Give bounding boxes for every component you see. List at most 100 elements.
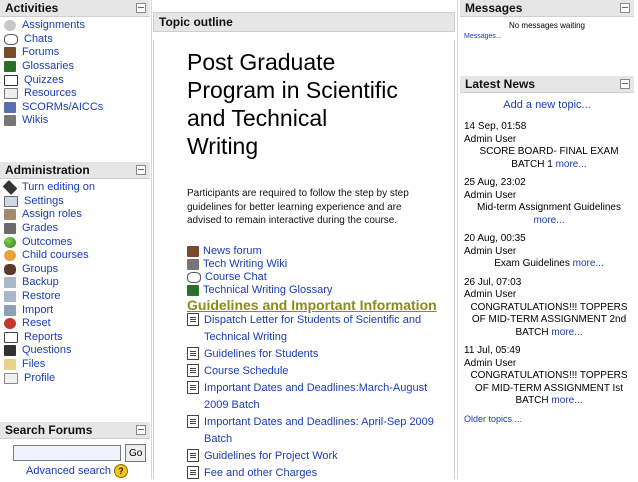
admin-item-reports[interactable]: Reports	[4, 331, 150, 345]
admin-item-import[interactable]: Import	[4, 303, 150, 317]
activities-header: Activities	[0, 0, 150, 17]
messages-empty: No messages waiting	[508, 21, 586, 30]
latest-news-title: Latest News	[465, 77, 536, 91]
more-link[interactable]: more...	[573, 258, 604, 269]
collapse-icon[interactable]	[136, 3, 146, 13]
assignment-icon	[4, 20, 16, 32]
messages-title: Messages	[465, 1, 523, 15]
course-description: Participants are required to follow the …	[187, 188, 409, 226]
help-icon[interactable]: ?	[114, 464, 128, 478]
activity-item-assignments[interactable]: Assignments	[4, 19, 150, 33]
doc-dispatch-letter[interactable]: Dispatch Letter for Students of Scientif…	[187, 312, 449, 346]
older-topics-link[interactable]: Older topics ...	[460, 414, 634, 424]
admin-item-child-courses[interactable]: Child courses	[4, 249, 150, 263]
add-topic-link[interactable]: Add a new topic...	[460, 99, 634, 111]
right-column: Messages No messages waiting Messages...…	[460, 0, 634, 479]
reports-icon	[4, 331, 18, 343]
activity-item-scorms[interactable]: SCORMs/AICCs	[4, 101, 150, 115]
admin-item-editing[interactable]: Turn editing on	[2, 180, 150, 196]
activity-item-quizzes[interactable]: Quizzes	[4, 73, 150, 87]
import-icon	[4, 304, 16, 316]
advanced-search-link[interactable]: Advanced search	[26, 465, 111, 477]
search-forums-block: Search Forums Go Advanced search ?	[0, 422, 150, 478]
collapse-icon[interactable]	[136, 165, 146, 175]
left-column: Activities Assignments Chats Forums Glos…	[0, 0, 150, 479]
grades-icon	[4, 223, 16, 235]
forum-icon	[4, 47, 16, 59]
admin-item-questions[interactable]: Questions	[4, 344, 150, 358]
more-link[interactable]: more...	[556, 159, 587, 170]
roles-icon	[4, 209, 16, 221]
questions-icon	[4, 345, 16, 357]
pencil-icon	[2, 180, 18, 196]
resource-chat[interactable]: Course Chat	[187, 271, 449, 284]
advanced-search: Advanced search ?	[0, 462, 150, 478]
resource-glossary[interactable]: Technical Writing Glossary	[187, 284, 449, 297]
document-icon	[187, 313, 199, 326]
collapse-icon[interactable]	[620, 79, 630, 89]
child-courses-icon	[4, 250, 16, 262]
activity-item-resources[interactable]: Resources	[4, 87, 150, 101]
news-item: 11 Jul, 05:49 Admin User CONGRATULATIONS…	[464, 345, 628, 406]
administration-list: Turn editing on Settings Assign roles Gr…	[0, 179, 150, 385]
more-link[interactable]: more...	[551, 327, 582, 338]
go-button[interactable]: Go	[125, 444, 147, 462]
doc-guidelines-students[interactable]: Guidelines for Students	[187, 346, 449, 363]
profile-icon	[4, 372, 18, 384]
admin-item-roles[interactable]: Assign roles	[4, 208, 150, 222]
doc-dates-march-august[interactable]: Important Dates and Deadlines:March-Augu…	[187, 380, 449, 414]
document-icon	[187, 347, 199, 360]
admin-item-restore[interactable]: Restore	[4, 290, 150, 304]
backup-icon	[4, 277, 16, 289]
more-link[interactable]: more...	[533, 215, 564, 226]
search-input[interactable]	[13, 445, 121, 461]
doc-fee-charges[interactable]: Fee and other Charges	[187, 465, 449, 482]
activity-item-chats[interactable]: Chats	[4, 33, 150, 47]
reset-icon	[4, 318, 16, 330]
admin-item-settings[interactable]: Settings	[4, 195, 150, 209]
doc-dates-april-sep[interactable]: Important Dates and Deadlines: April-Sep…	[187, 414, 449, 448]
quiz-icon	[4, 74, 18, 86]
resource-icon	[4, 88, 18, 100]
resource-news-forum[interactable]: News forum	[187, 245, 449, 258]
section-heading[interactable]: Guidelines and Important Information	[187, 298, 449, 312]
groups-icon	[4, 263, 16, 275]
wiki-icon	[4, 115, 16, 127]
messages-link[interactable]: Messages...	[464, 33, 634, 40]
admin-item-grades[interactable]: Grades	[4, 222, 150, 236]
folder-icon	[4, 359, 16, 371]
activities-title: Activities	[5, 1, 59, 15]
admin-item-profile[interactable]: Profile	[4, 371, 150, 385]
activity-item-wikis[interactable]: Wikis	[4, 114, 150, 128]
resource-list: News forum Tech Writing Wiki Course Chat…	[187, 245, 449, 482]
resource-wiki[interactable]: Tech Writing Wiki	[187, 258, 449, 271]
column-divider	[457, 0, 458, 479]
admin-item-outcomes[interactable]: Outcomes	[4, 235, 150, 249]
administration-header: Administration	[0, 162, 150, 179]
forum-icon	[187, 246, 199, 257]
outcomes-icon	[4, 236, 16, 248]
collapse-icon[interactable]	[136, 425, 146, 435]
more-link[interactable]: more...	[551, 395, 582, 406]
administration-title: Administration	[5, 163, 90, 177]
scorm-icon	[4, 101, 16, 113]
administration-block: Administration Turn editing on Settings …	[0, 162, 150, 385]
activities-block: Activities Assignments Chats Forums Glos…	[0, 0, 150, 128]
admin-item-reset[interactable]: Reset	[4, 317, 150, 331]
doc-course-schedule[interactable]: Course Schedule	[187, 363, 449, 380]
document-icon	[187, 364, 199, 377]
activity-item-glossaries[interactable]: Glossaries	[4, 60, 150, 74]
admin-item-files[interactable]: Files	[4, 358, 150, 372]
document-icon	[187, 415, 199, 428]
document-icon	[187, 466, 199, 479]
activity-item-forums[interactable]: Forums	[4, 46, 150, 60]
main-column: Topic outline Post Graduate Program in S…	[153, 0, 455, 479]
collapse-icon[interactable]	[620, 3, 630, 13]
doc-project-work[interactable]: Guidelines for Project Work	[187, 448, 449, 465]
document-icon	[187, 381, 199, 394]
admin-item-backup[interactable]: Backup	[4, 276, 150, 290]
admin-item-groups[interactable]: Groups	[4, 263, 150, 277]
glossary-icon	[4, 61, 16, 73]
search-forums-title: Search Forums	[5, 423, 93, 437]
search-row: Go	[0, 439, 150, 462]
